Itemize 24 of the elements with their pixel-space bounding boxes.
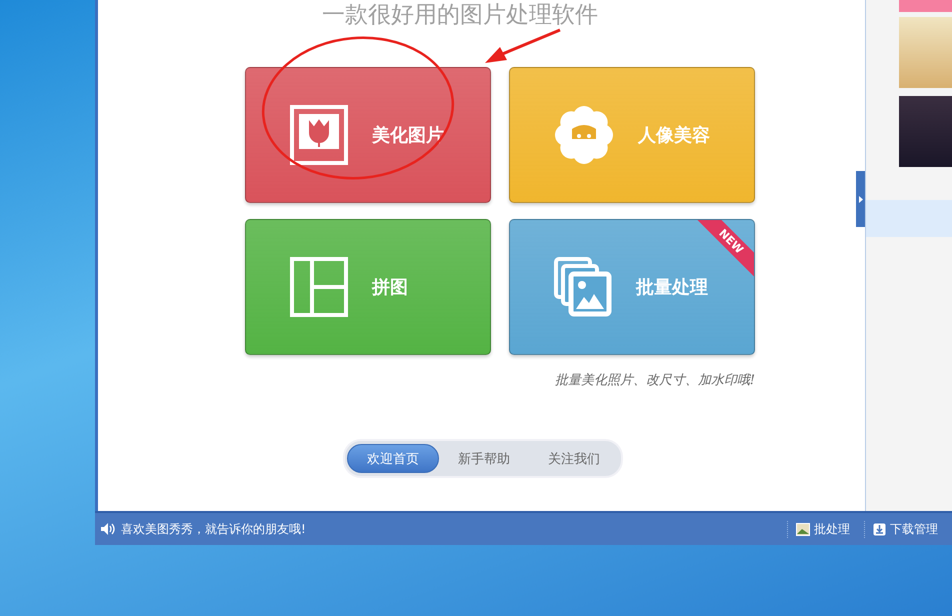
feature-tile[interactable]: 拼图	[245, 219, 491, 355]
flower-picture-icon	[290, 105, 348, 165]
nav-tab[interactable]: 新手帮助	[439, 444, 529, 473]
envelope-picture-icon	[796, 522, 810, 536]
face-flower-icon	[554, 105, 614, 165]
tagline: 一款很好用的图片处理软件	[322, 2, 599, 30]
arrow-right-icon	[858, 196, 862, 202]
status-action[interactable]: 批处理	[787, 520, 858, 538]
nav-tab[interactable]: 关注我们	[529, 444, 619, 473]
download-icon	[873, 522, 886, 536]
stacked-pictures-icon	[554, 257, 612, 317]
tile-label: 批量处理	[636, 276, 708, 299]
handwritten-note: 批量美化照片、改尺寸、加水印哦!	[554, 372, 755, 389]
tile-label: 人像美容	[638, 124, 710, 147]
speaker-icon	[101, 523, 115, 535]
photo-placeholder[interactable]	[899, 17, 952, 88]
status-message: 喜欢美图秀秀，就告诉你的朋友哦!	[121, 520, 307, 538]
layout-grid-icon	[290, 257, 348, 317]
nav-tab[interactable]: 欢迎首页	[347, 444, 439, 473]
tile-label: 拼图	[372, 276, 408, 299]
status-action[interactable]: 下载管理	[864, 520, 946, 538]
photo-placeholder[interactable]	[899, 96, 952, 167]
collapse-handle[interactable]	[856, 171, 865, 227]
photo-placeholder[interactable]	[899, 0, 952, 12]
